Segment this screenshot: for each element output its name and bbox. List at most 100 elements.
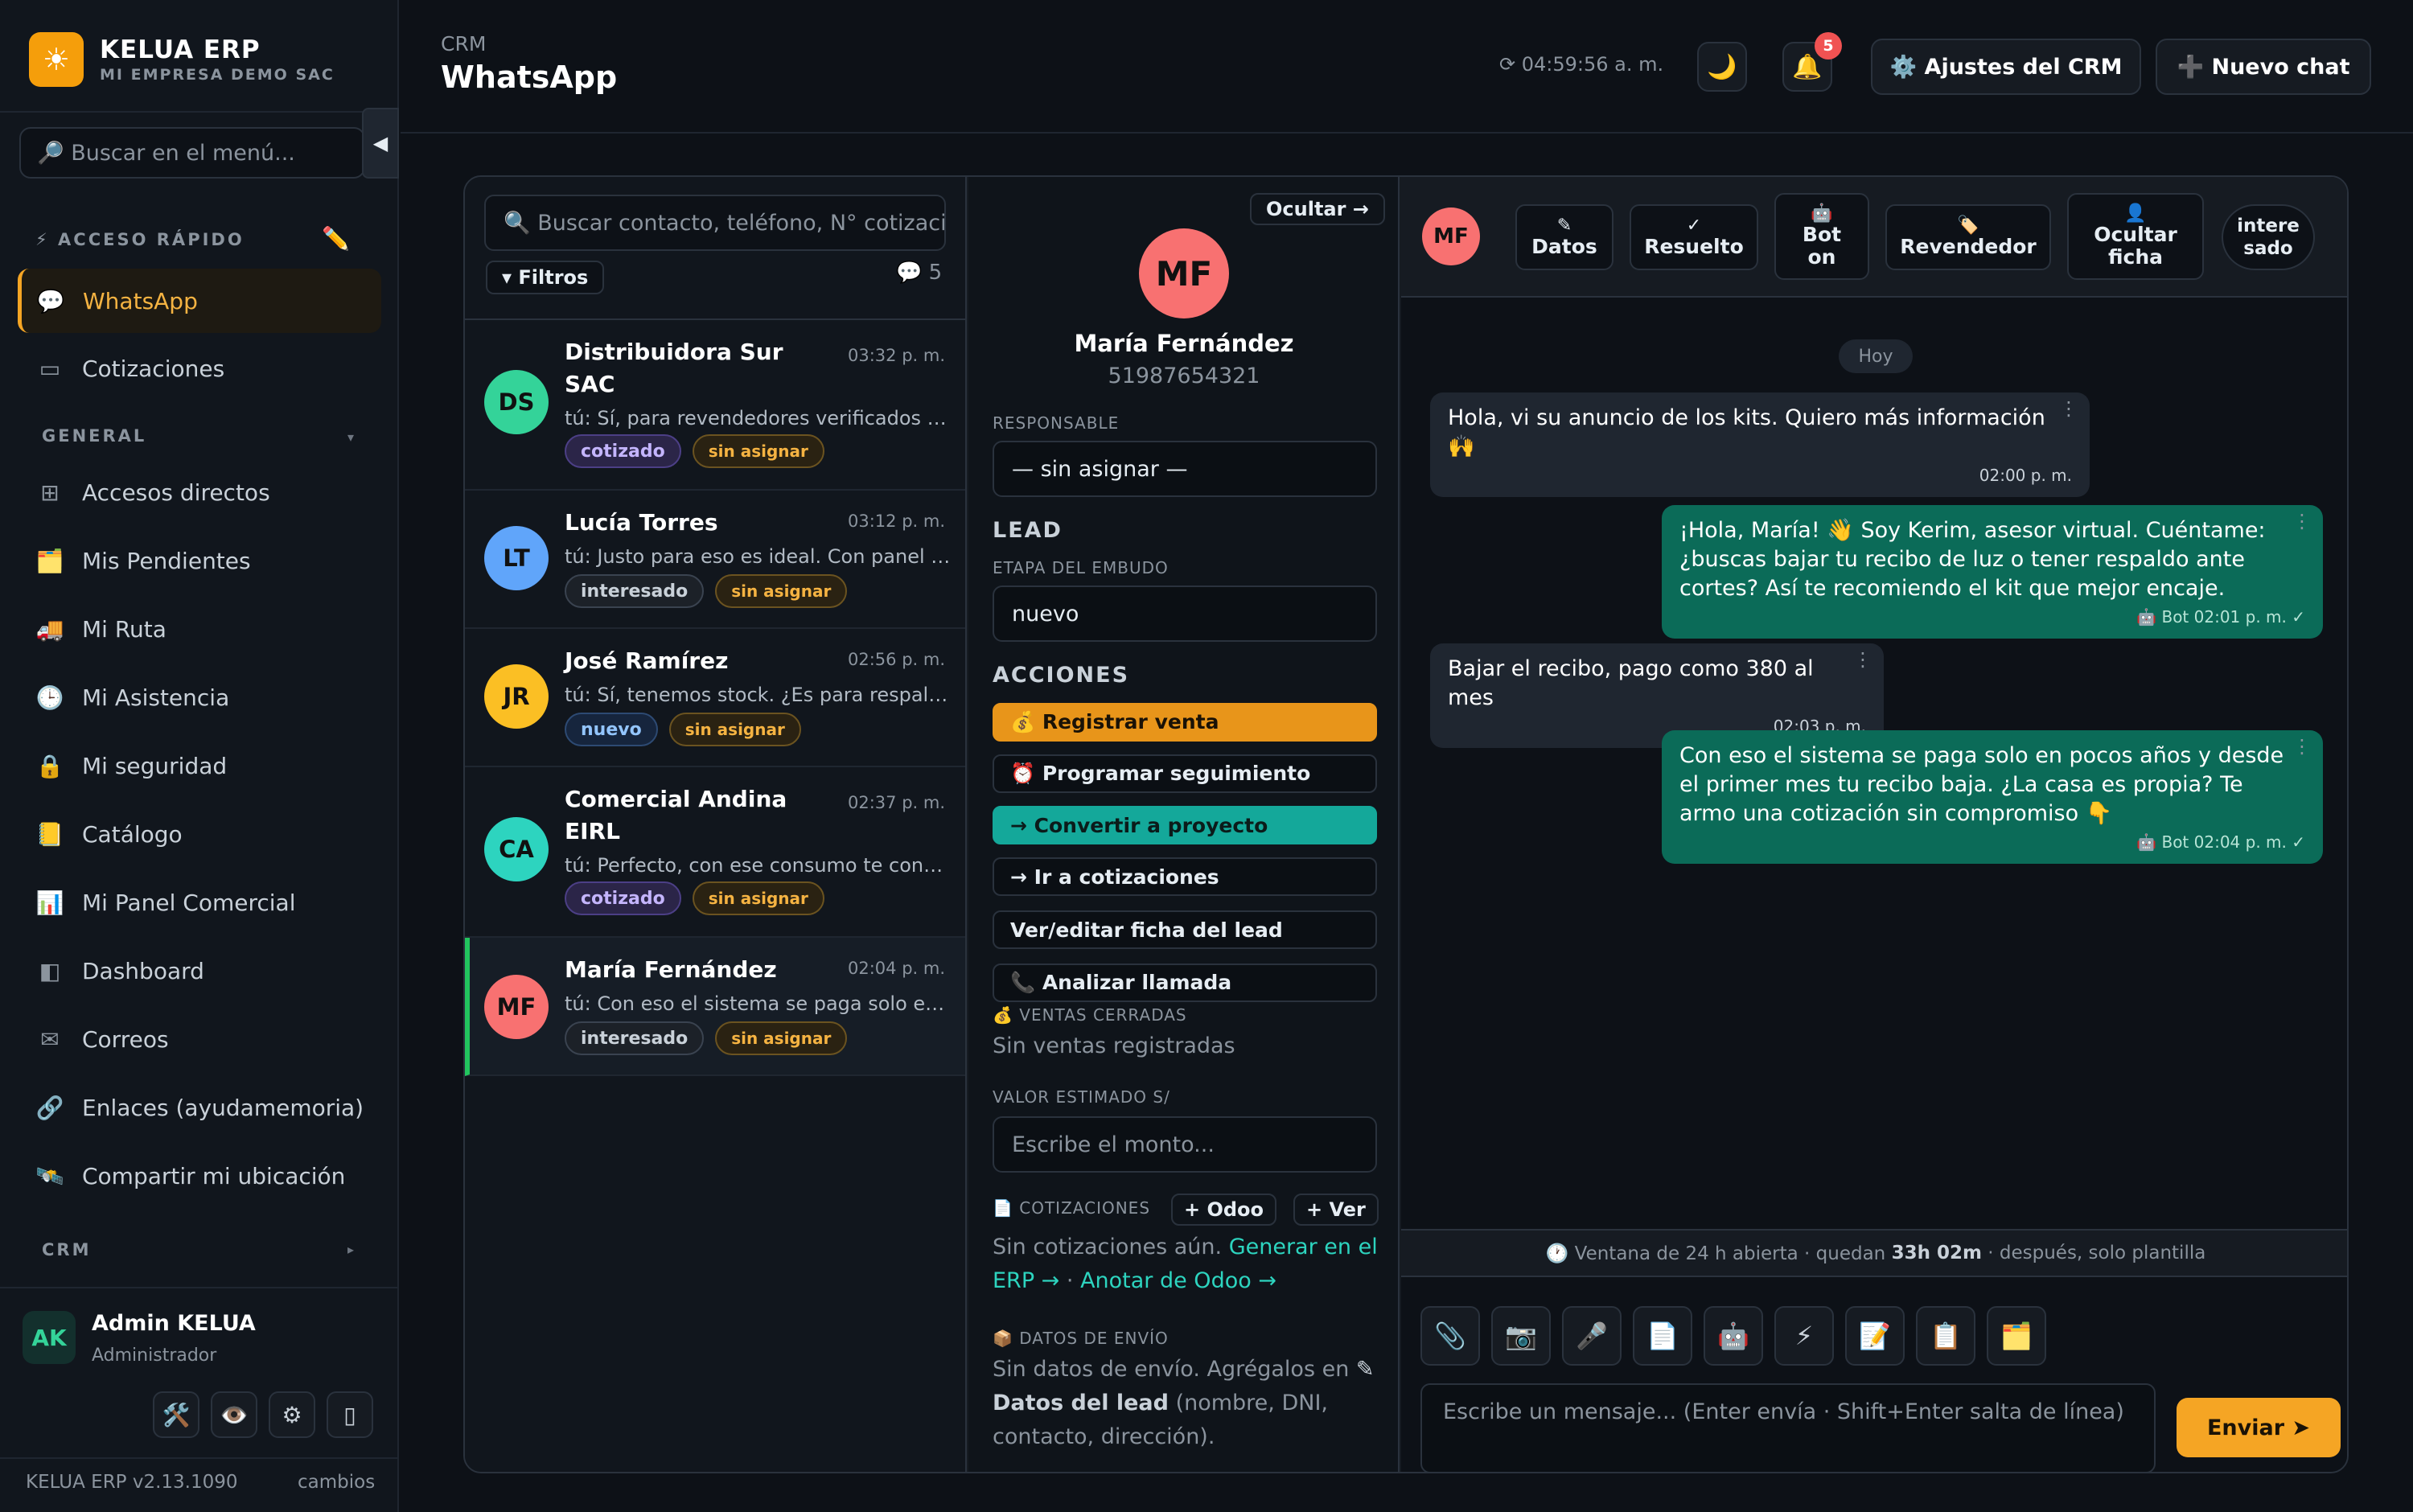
reseller-button[interactable]: 🏷️ Revendedor bbox=[1885, 204, 2051, 270]
sidebar-item-dashboard[interactable]: ◧ Dashboard bbox=[18, 939, 381, 1003]
microphone-icon[interactable]: 🎤 bbox=[1562, 1306, 1622, 1366]
contact-time: 02:04 p. m. bbox=[848, 959, 946, 978]
message-input[interactable]: Escribe un mensaje... (Enter envía · Shi… bbox=[1420, 1383, 2156, 1472]
sidebar-item-cotizaciones[interactable]: ▭ Cotizaciones bbox=[18, 336, 381, 401]
owner-badge: sin asignar bbox=[692, 881, 824, 915]
sidebar-item-mi-seguridad[interactable]: 🔒 Mi seguridad bbox=[18, 733, 381, 798]
brand[interactable]: ☀ KELUA ERP MI EMPRESA DEMO SAC bbox=[29, 32, 335, 87]
analyze-call-button[interactable]: 📞 Analizar llamada bbox=[993, 963, 1377, 1002]
message-outgoing[interactable]: ¡Hola, María! 👋 Soy Kerim, asesor virtua… bbox=[1662, 505, 2323, 639]
list-item[interactable]: DS Distribuidora Sur SAC 03:32 p. m. tú:… bbox=[465, 320, 965, 491]
brand-text: KELUA ERP MI EMPRESA DEMO SAC bbox=[100, 35, 335, 84]
view-quotes-button[interactable]: + Ver bbox=[1293, 1194, 1379, 1226]
folder-icon: 🗂️ bbox=[35, 547, 64, 574]
camera-icon[interactable]: 📷 bbox=[1491, 1306, 1551, 1366]
edit-quick-access-icon[interactable]: ✏️ bbox=[322, 225, 350, 252]
crm-section-label[interactable]: CRM bbox=[42, 1240, 91, 1259]
data-button[interactable]: ✎ Datos bbox=[1515, 204, 1613, 270]
sidebar-item-correos[interactable]: ✉ Correos bbox=[18, 1007, 381, 1071]
theme-toggle-button[interactable]: 🌙 bbox=[1697, 42, 1747, 92]
go-to-quotes-button[interactable]: → Ir a cotizaciones bbox=[993, 857, 1377, 896]
bot-toggle-button[interactable]: 🤖 Bot on bbox=[1774, 193, 1869, 280]
stage-select[interactable]: nuevo bbox=[993, 585, 1377, 642]
avatar: MF bbox=[1139, 228, 1229, 318]
avatar[interactable]: MF bbox=[1422, 207, 1480, 265]
list-item[interactable]: CA Comercial Andina EIRL 02:37 p. m. tú:… bbox=[465, 767, 965, 938]
sidebar-item-mi-asistencia[interactable]: 🕒 Mi Asistencia bbox=[18, 665, 381, 729]
sidebar-item-enlaces[interactable]: 🔗 Enlaces (ayudamemoria) bbox=[18, 1075, 381, 1140]
new-chat-button[interactable]: ➕ Nuevo chat bbox=[2156, 39, 2371, 95]
quick-access-label: ⚡ ACCESO RÁPIDO bbox=[35, 230, 245, 249]
button-label: intere sado bbox=[2237, 216, 2300, 259]
crm-settings-button[interactable]: ⚙️ Ajustes del CRM bbox=[1871, 39, 2141, 95]
card-index-icon[interactable]: 🗂️ bbox=[1987, 1306, 2046, 1366]
filters-button[interactable]: ▾ Filtros bbox=[486, 261, 605, 294]
owner-label: RESPONSABLE bbox=[993, 413, 1120, 433]
notebook-icon: 📒 bbox=[35, 820, 64, 848]
convert-to-project-button[interactable]: → Convertir a proyecto bbox=[993, 806, 1377, 844]
user-tools: 🛠️ 👁️ ⚙ ▯ bbox=[153, 1391, 384, 1438]
collapse-sidebar-button[interactable]: ◀ bbox=[362, 108, 399, 179]
stage-tag-button[interactable]: intere sado bbox=[2222, 204, 2315, 270]
edit-lead-button[interactable]: Ver/editar ficha del lead bbox=[993, 910, 1377, 949]
sidebar-divider bbox=[0, 111, 399, 113]
memo-icon[interactable]: 📝 bbox=[1845, 1306, 1905, 1366]
sidebar-item-catalogo[interactable]: 📒 Catálogo bbox=[18, 802, 381, 866]
avatar: CA bbox=[484, 817, 549, 881]
sidebar-item-compartir-ubicacion[interactable]: 🛰️ Compartir mi ubicación bbox=[18, 1144, 381, 1208]
contact-search-input[interactable]: 🔍 Buscar contacto, teléfono, N° cotizaci… bbox=[484, 195, 946, 251]
message-incoming[interactable]: Hola, vi su anuncio de los kits. Quiero … bbox=[1430, 392, 2090, 497]
changelog-link[interactable]: cambios bbox=[298, 1472, 375, 1493]
list-item[interactable]: JR José Ramírez 02:56 p. m. tú: Sí, tene… bbox=[465, 629, 965, 767]
chat-count: 💬 5 bbox=[896, 261, 943, 285]
avatar[interactable]: AK bbox=[23, 1311, 76, 1364]
pencil-icon: ✎ bbox=[1556, 216, 1572, 236]
chevron-down-icon[interactable]: ▾ bbox=[347, 429, 354, 445]
phone-icon[interactable]: ▯ bbox=[327, 1391, 373, 1438]
send-button[interactable]: Enviar ➤ bbox=[2177, 1398, 2341, 1457]
lightning-icon[interactable]: ⚡ bbox=[1774, 1306, 1834, 1366]
clipboard-icon[interactable]: 📋 bbox=[1916, 1306, 1975, 1366]
hide-lead-card-button[interactable]: 👤 Ocultar ficha bbox=[2067, 193, 2204, 280]
sidebar-item-mis-pendientes[interactable]: 🗂️ Mis Pendientes bbox=[18, 528, 381, 593]
register-sale-button[interactable]: 💰 Registrar venta bbox=[993, 703, 1377, 742]
sidebar-item-mi-panel-comercial[interactable]: 📊 Mi Panel Comercial bbox=[18, 870, 381, 935]
notification-count-badge: 5 bbox=[1815, 32, 1842, 60]
sidebar-item-whatsapp[interactable]: 💬 WhatsApp bbox=[18, 269, 381, 333]
add-odoo-quote-button[interactable]: + Odoo bbox=[1171, 1194, 1277, 1226]
contact-tags: interesado sin asignar bbox=[565, 574, 858, 608]
list-item[interactable]: LT Lucía Torres 03:12 p. m. tú: Justo pa… bbox=[465, 491, 965, 629]
tools-icon[interactable]: 🛠️ bbox=[153, 1391, 199, 1438]
notifications-button[interactable]: 🔔 5 bbox=[1782, 32, 1842, 92]
attach-icon[interactable]: 📎 bbox=[1420, 1306, 1480, 1366]
kebab-menu-icon[interactable]: ⋮ bbox=[1853, 645, 1872, 674]
document-icon[interactable]: 📄 bbox=[1633, 1306, 1692, 1366]
sidebar-divider bbox=[0, 1287, 399, 1288]
kebab-menu-icon[interactable]: ⋮ bbox=[2292, 732, 2312, 761]
owner-badge: sin asignar bbox=[715, 574, 848, 608]
menu-search-input[interactable]: 🔎 Buscar en el menú... bbox=[19, 127, 365, 179]
robot-icon[interactable]: 🤖 bbox=[1704, 1306, 1763, 1366]
gear-icon[interactable]: ⚙ bbox=[269, 1391, 315, 1438]
conversation: MF ✎ Datos ✓ Resuelto 🤖 Bot on 🏷️ Revend… bbox=[1401, 177, 2347, 1472]
truck-icon: 🚚 bbox=[35, 615, 64, 643]
quotes-empty: Sin cotizaciones aún. Generar en el ERP … bbox=[993, 1231, 1387, 1298]
chat-list: 🔍 Buscar contacto, teléfono, N° cotizaci… bbox=[465, 177, 967, 1472]
owner-select[interactable]: — sin asignar — bbox=[993, 441, 1377, 497]
breadcrumb[interactable]: CRM bbox=[441, 32, 486, 55]
schedule-followup-button[interactable]: ⏰ Programar seguimiento bbox=[993, 754, 1377, 793]
eye-icon[interactable]: 👁️ bbox=[211, 1391, 257, 1438]
kebab-menu-icon[interactable]: ⋮ bbox=[2292, 507, 2312, 536]
general-section-label[interactable]: GENERAL bbox=[42, 426, 146, 446]
sidebar-item-mi-ruta[interactable]: 🚚 Mi Ruta bbox=[18, 597, 381, 661]
robot-icon: 🤖 bbox=[1811, 203, 1833, 224]
hide-panel-button[interactable]: Ocultar → bbox=[1250, 193, 1385, 225]
estimate-input[interactable]: Escribe el monto... bbox=[993, 1116, 1377, 1173]
resolved-button[interactable]: ✓ Resuelto bbox=[1630, 204, 1758, 270]
list-item-selected[interactable]: MF María Fernández 02:04 p. m. tú: Con e… bbox=[465, 938, 965, 1076]
sidebar-item-accesos-directos[interactable]: ⊞ Accesos directos bbox=[18, 460, 381, 524]
kebab-menu-icon[interactable]: ⋮ bbox=[2059, 394, 2078, 423]
message-outgoing[interactable]: Con eso el sistema se paga solo en pocos… bbox=[1662, 730, 2323, 864]
odoo-note-link[interactable]: Anotar de Odoo → bbox=[1080, 1268, 1276, 1293]
chevron-right-icon[interactable]: ▸ bbox=[347, 1242, 354, 1257]
